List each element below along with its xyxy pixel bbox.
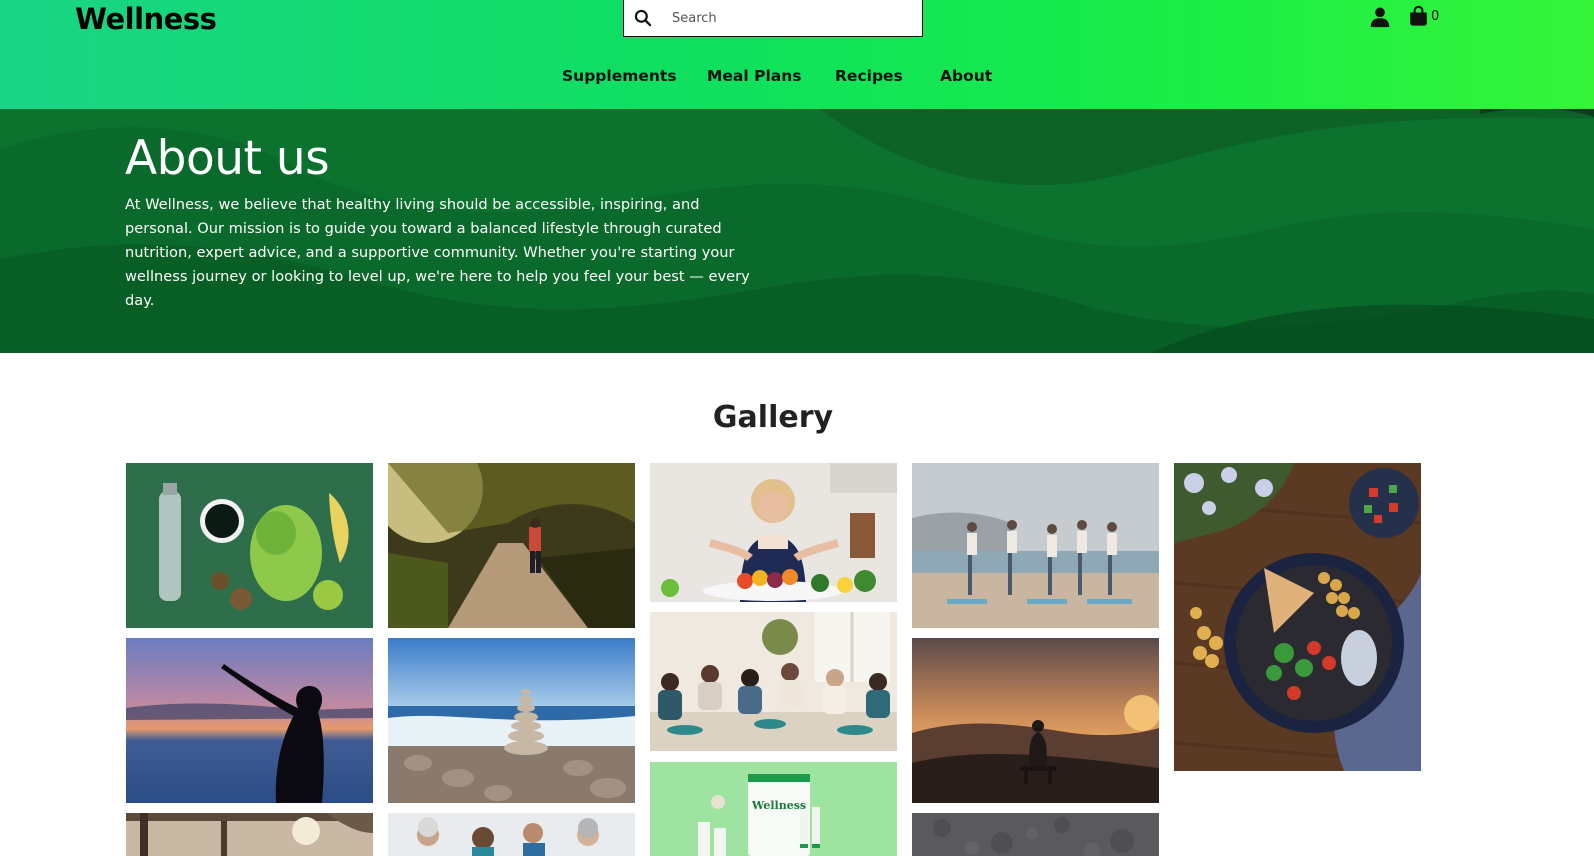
search-input[interactable] (672, 3, 902, 33)
brand-logo[interactable]: Wellness (75, 2, 217, 36)
gallery-image-sunset-silhouette[interactable] (126, 638, 373, 803)
gallery-image-healthy-food-flatlay[interactable] (126, 463, 373, 628)
site-header: Wellness 0 Supplements Meal Plans Recipe… (0, 0, 1594, 109)
gallery-image-stone-texture[interactable] (912, 813, 1159, 856)
gallery-image-palm-sunset[interactable] (126, 813, 373, 856)
gallery-image-group-exercise[interactable] (388, 813, 635, 856)
search-bar[interactable] (623, 0, 923, 37)
about-hero: About us At Wellness, we believe that he… (0, 109, 1594, 353)
nav-item-supplements[interactable]: Supplements (562, 67, 677, 85)
cart-button[interactable]: 0 (1408, 5, 1439, 27)
gallery-image-buddha-bowl[interactable] (1174, 463, 1421, 771)
gallery-image-mountain-sunset-meditation[interactable] (912, 638, 1159, 803)
page-title: About us (125, 131, 330, 186)
gallery-image-meditation-group[interactable] (650, 612, 897, 751)
shopping-bag-icon (1410, 5, 1427, 26)
gallery-image-forest-path-walker[interactable] (388, 463, 635, 628)
about-description: At Wellness, we believe that healthy liv… (125, 196, 750, 309)
user-icon[interactable] (1369, 6, 1391, 28)
gallery-image-wellness-product[interactable]: Wellness (650, 762, 897, 856)
nav-item-recipes[interactable]: Recipes (835, 67, 903, 85)
nav-item-about[interactable]: About (940, 67, 992, 85)
gallery-image-beach-yoga[interactable] (912, 463, 1159, 628)
nav-item-meal-plans[interactable]: Meal Plans (707, 67, 802, 85)
search-icon[interactable] (633, 8, 653, 28)
product-package-label: Wellness (751, 799, 806, 812)
gallery-title: Gallery (712, 400, 834, 435)
cart-count-badge: 0 (1431, 8, 1440, 24)
gallery-image-stacked-stones[interactable] (388, 638, 635, 803)
gallery-image-nutritionist-kitchen[interactable] (650, 463, 897, 602)
